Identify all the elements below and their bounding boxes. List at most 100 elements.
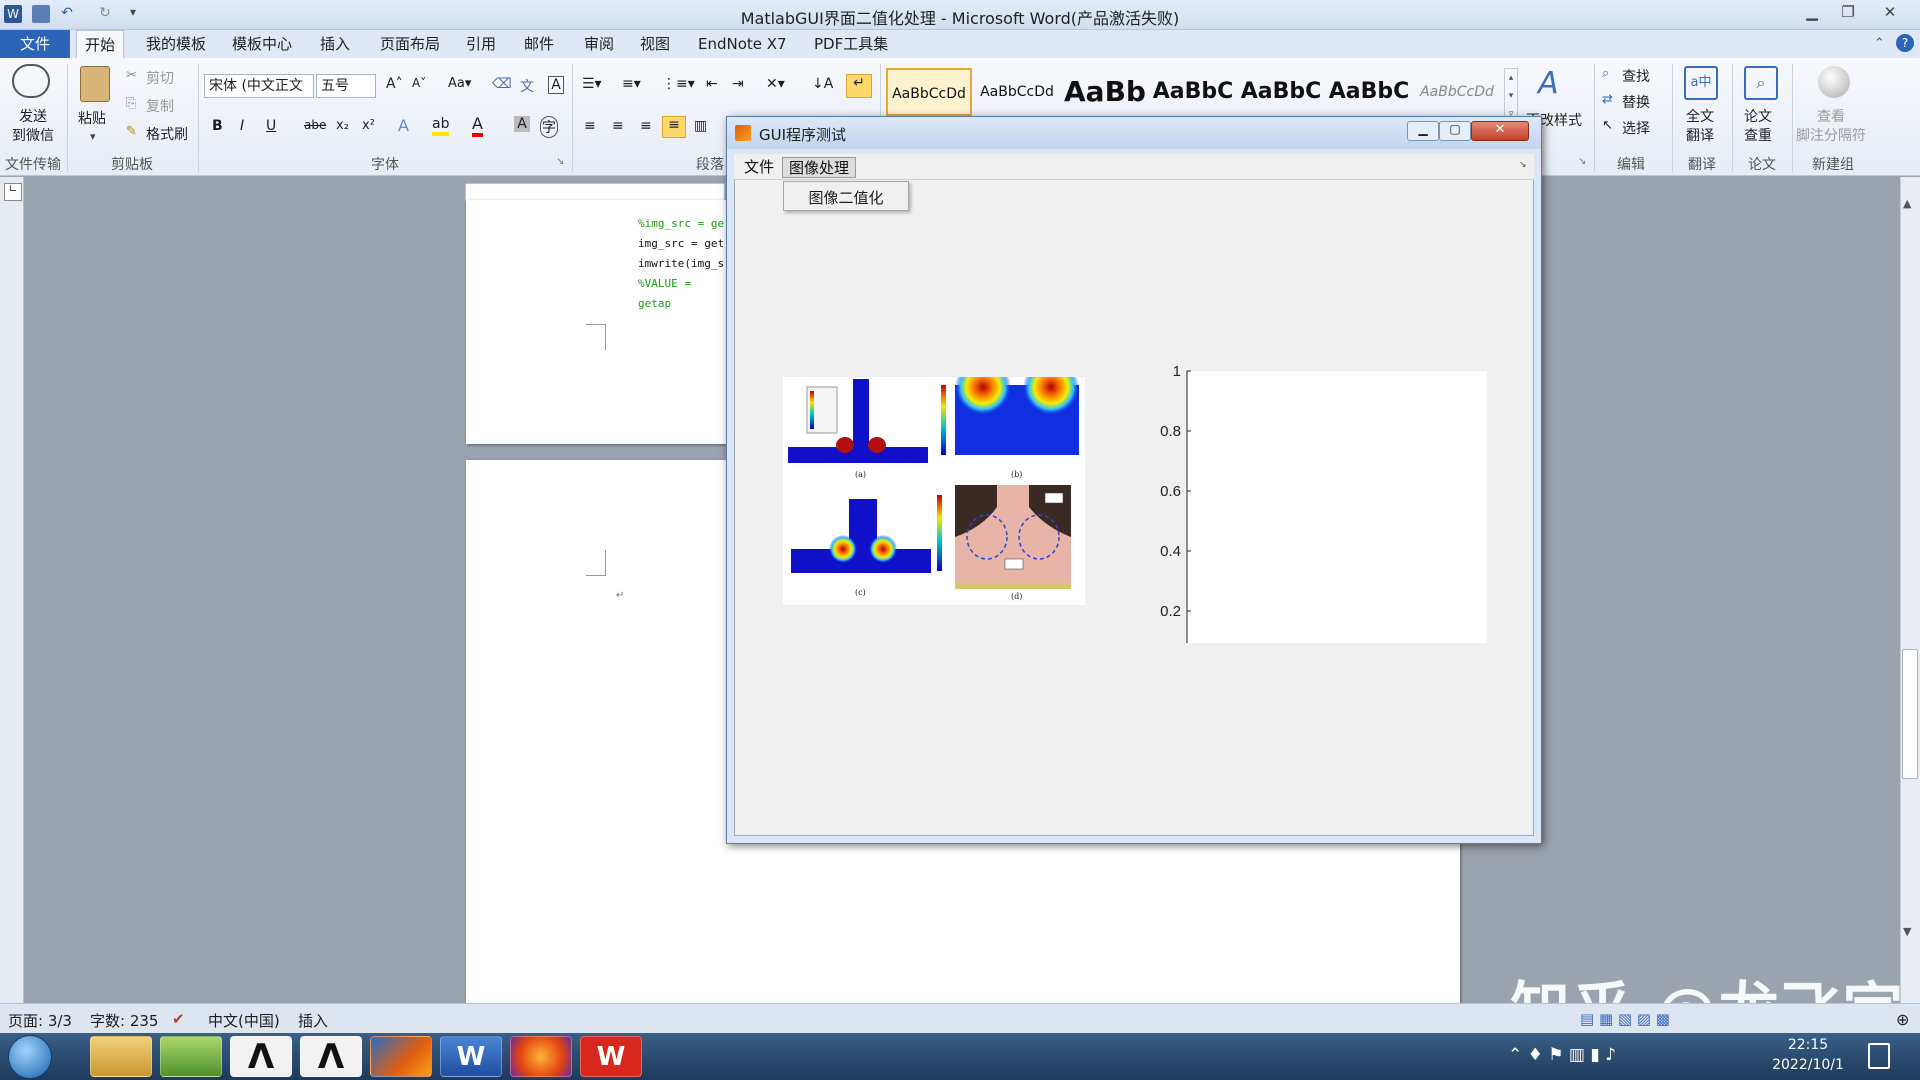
chinese-layout-icon[interactable]: ✕▾: [766, 76, 785, 92]
tab-selector-icon[interactable]: ∟: [4, 183, 22, 201]
tray-icons[interactable]: ⌃ ♦ ⚑ ▥ ▮ ♪: [1508, 1045, 1616, 1065]
style-subtle-emphasis[interactable]: AaBbCcDd: [1414, 68, 1500, 116]
change-styles-icon[interactable]: A: [1538, 66, 1559, 101]
numbering-icon[interactable]: ≡▾: [622, 76, 641, 92]
style-no-spacing[interactable]: AaBbCcDd: [974, 68, 1060, 116]
tab-view[interactable]: 视图: [632, 30, 678, 58]
lambda-app-icon[interactable]: Λ: [300, 1036, 362, 1077]
word-count[interactable]: 字数: 235: [90, 1010, 158, 1031]
underline-icon[interactable]: U: [266, 118, 276, 134]
strikethrough-icon[interactable]: abe: [304, 118, 326, 132]
style-normal[interactable]: AaBbCcDd: [886, 68, 972, 116]
cut-button[interactable]: 剪切: [146, 68, 174, 88]
increase-indent-icon[interactable]: ⇥: [732, 76, 744, 92]
select-icon[interactable]: ↖: [1602, 118, 1613, 133]
italic-icon[interactable]: I: [240, 118, 244, 134]
minimize-button[interactable]: ▁: [1794, 1, 1830, 23]
font-name-combo[interactable]: 宋体 (中文正文: [204, 74, 314, 98]
gui-title-bar[interactable]: GUI程序测试 ▁ ▢ ✕: [727, 117, 1541, 149]
style-heading-2[interactable]: AaBbC: [1150, 68, 1236, 116]
copy-icon[interactable]: ⎘: [126, 96, 136, 111]
char-border-icon[interactable]: A: [548, 76, 564, 94]
align-center-icon[interactable]: ≡: [612, 118, 624, 134]
justify-icon[interactable]: ≡: [662, 116, 686, 138]
insert-mode-status[interactable]: 插入: [298, 1010, 328, 1031]
tab-file[interactable]: 文件: [0, 30, 70, 58]
show-marks-icon[interactable]: ↵: [846, 74, 872, 98]
language-status[interactable]: 中文(中国): [208, 1010, 280, 1031]
menu-item-binarize[interactable]: 图像二值化: [784, 187, 908, 208]
vertical-scrollbar[interactable]: ▲ ▼: [1900, 177, 1920, 1003]
multilevel-list-icon[interactable]: ⋮≡▾: [662, 76, 695, 92]
firefox-taskbar-icon[interactable]: [510, 1036, 572, 1077]
bullets-icon[interactable]: ☰▾: [582, 76, 602, 92]
word-taskbar-icon[interactable]: W: [440, 1036, 502, 1077]
paste-button[interactable]: 粘贴: [78, 108, 106, 128]
gui-menu-file[interactable]: 文件: [738, 157, 780, 178]
clear-format-icon[interactable]: ⌫: [492, 76, 512, 92]
tab-references[interactable]: 引用: [458, 30, 504, 58]
matlab-taskbar-icon[interactable]: [370, 1036, 432, 1077]
paper-check-button[interactable]: 论文 查重: [1744, 108, 1772, 146]
view-footnote-icon[interactable]: [1818, 66, 1850, 98]
find-button[interactable]: 查找: [1622, 66, 1650, 86]
zoom-in-icon[interactable]: ⊕: [1896, 1010, 1909, 1029]
collapse-ribbon-icon[interactable]: ⌃: [1874, 36, 1885, 51]
align-right-icon[interactable]: ≡: [640, 118, 652, 134]
wechat-icon[interactable]: [12, 64, 50, 98]
scroll-up-icon[interactable]: ▲: [1903, 197, 1911, 210]
tab-template-center[interactable]: 模板中心: [224, 30, 300, 58]
gui-menu-image-processing[interactable]: 图像处理: [782, 157, 857, 178]
phonetic-icon[interactable]: 文: [520, 76, 534, 96]
tab-home[interactable]: 开始: [76, 30, 125, 58]
styles-dialog-launcher-icon[interactable]: ↘: [1578, 156, 1586, 167]
replace-button[interactable]: 替换: [1622, 92, 1650, 112]
tab-mailings[interactable]: 邮件: [516, 30, 562, 58]
enclose-char-icon[interactable]: 字: [540, 116, 558, 138]
paper-check-icon[interactable]: ⌕: [1744, 66, 1778, 100]
change-case-icon[interactable]: Aa▾: [448, 76, 471, 91]
translate-icon[interactable]: a中: [1684, 66, 1718, 100]
maximize-button[interactable]: ❐: [1830, 1, 1866, 23]
distribute-icon[interactable]: ▥: [694, 118, 707, 134]
lambda-app-icon[interactable]: Λ: [230, 1036, 292, 1077]
view-buttons-icon[interactable]: ▤ ▦ ▧ ▨ ▩: [1580, 1010, 1670, 1028]
page-count[interactable]: 页面: 3/3: [8, 1010, 72, 1031]
tab-review[interactable]: 审阅: [576, 30, 622, 58]
explorer-taskbar-icon[interactable]: [90, 1036, 152, 1077]
select-button[interactable]: 选择: [1622, 118, 1650, 138]
help-icon[interactable]: ?: [1896, 34, 1914, 52]
scroll-down-icon[interactable]: ▼: [1903, 925, 1911, 938]
wps-taskbar-icon[interactable]: W: [580, 1036, 642, 1077]
font-size-combo[interactable]: 五号: [316, 74, 376, 98]
bold-icon[interactable]: B: [212, 118, 223, 134]
format-painter-button[interactable]: 格式刷: [146, 124, 188, 144]
gui-window[interactable]: GUI程序测试 ▁ ▢ ✕ 文件 图像处理 ↘ 图像二值化 (a) (b) (c…: [726, 116, 1542, 844]
scroll-thumb[interactable]: [1902, 649, 1918, 779]
empty-axes[interactable]: 00.20.40.60.8100.20.40.60.81: [1143, 333, 1493, 643]
full-translate-button[interactable]: 全文 翻译: [1686, 108, 1714, 146]
clock-time[interactable]: 22:15: [1768, 1037, 1848, 1053]
tab-endnote[interactable]: EndNote X7: [690, 30, 795, 58]
document-page[interactable]: %img_src = ge img_src = get imwrite(img_…: [466, 200, 726, 444]
app-taskbar-icon[interactable]: [160, 1036, 222, 1077]
copy-button[interactable]: 复制: [146, 96, 174, 116]
subscript-icon[interactable]: x₂: [336, 118, 349, 133]
format-painter-icon[interactable]: ✎: [126, 124, 137, 139]
paste-icon[interactable]: [80, 66, 110, 102]
font-color-icon[interactable]: A: [472, 114, 483, 137]
align-left-icon[interactable]: ≡: [584, 118, 596, 134]
sort-icon[interactable]: ↓A: [812, 76, 833, 92]
style-heading-1[interactable]: AaBb: [1062, 68, 1148, 116]
send-wechat-button[interactable]: 发送 到微信: [12, 108, 54, 146]
decrease-indent-icon[interactable]: ⇤: [706, 76, 718, 92]
text-effects-icon[interactable]: A: [398, 116, 409, 135]
gui-minimize-button[interactable]: ▁: [1407, 121, 1439, 141]
gui-toolbar-toggle-icon[interactable]: ↘: [1519, 160, 1527, 170]
cut-icon[interactable]: ✂: [126, 68, 137, 83]
style-title[interactable]: AaBbC: [1238, 68, 1324, 116]
tab-insert[interactable]: 插入: [312, 30, 358, 58]
char-shading-icon[interactable]: A: [514, 116, 530, 132]
gui-maximize-button[interactable]: ▢: [1439, 121, 1471, 141]
clock-date[interactable]: 2022/10/1: [1768, 1057, 1848, 1073]
